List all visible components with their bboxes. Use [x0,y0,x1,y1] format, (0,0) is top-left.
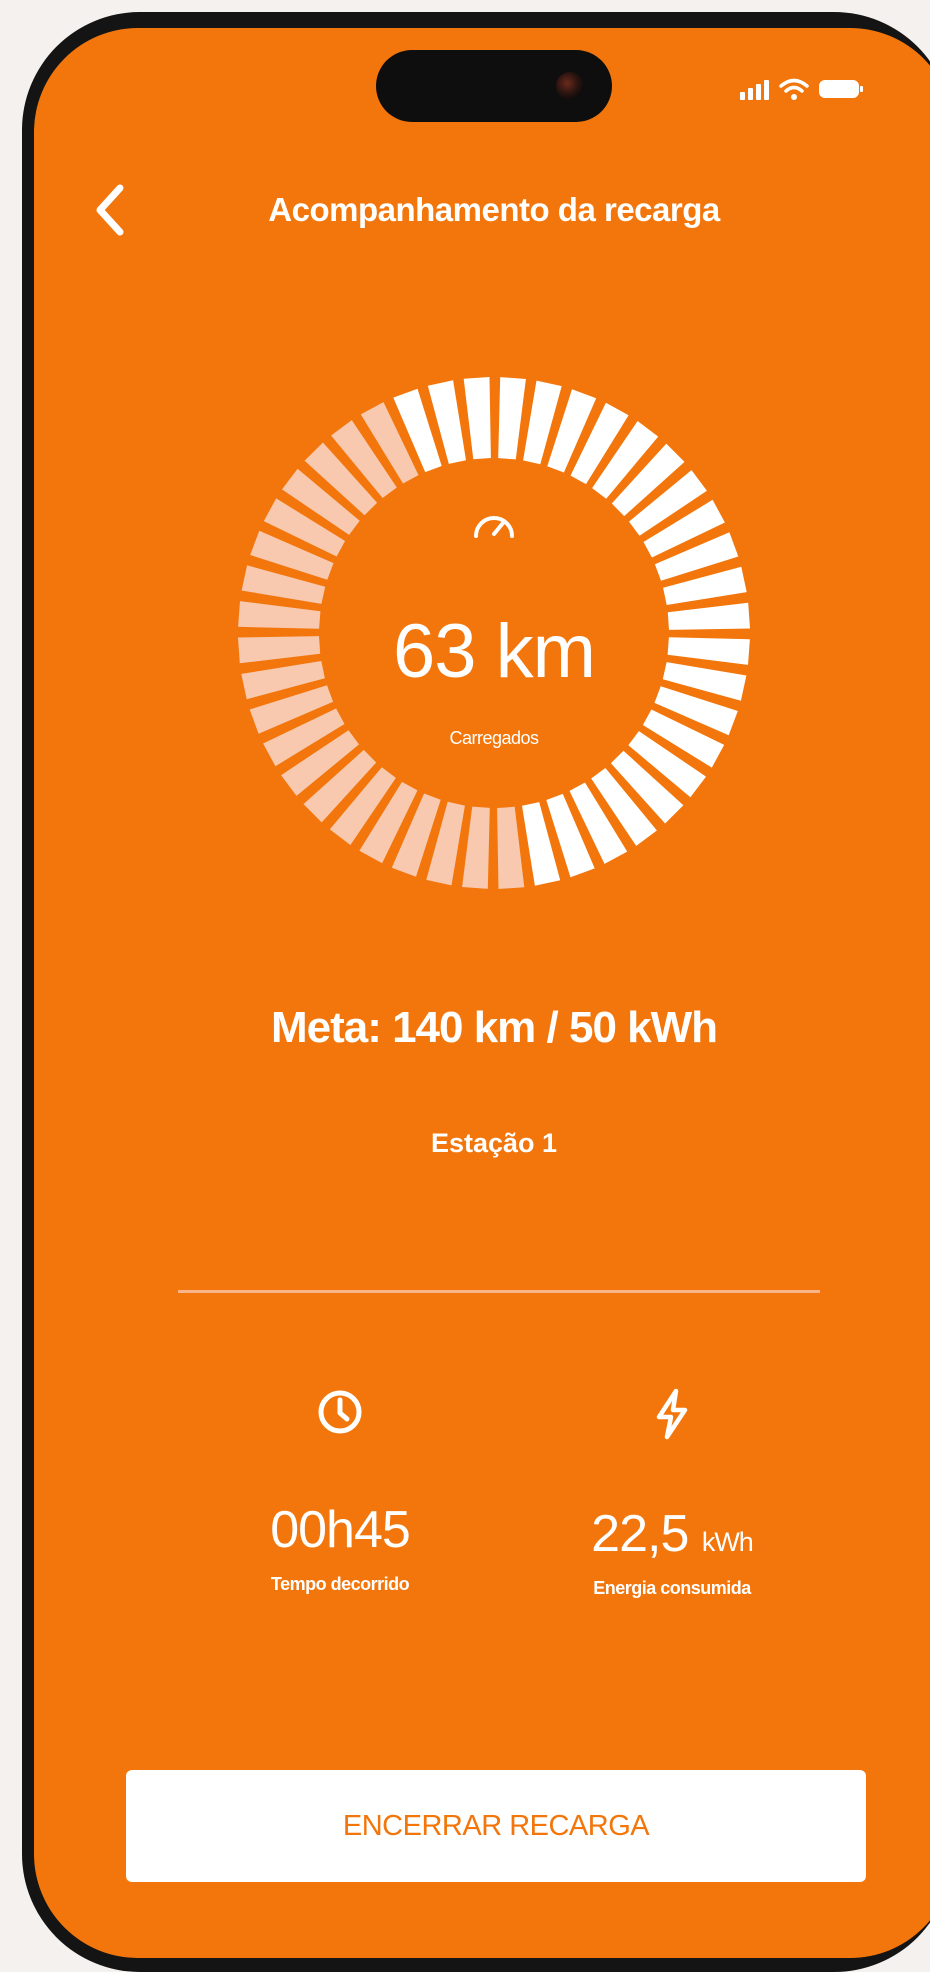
charge-segment-filled [462,806,490,889]
divider [178,1290,820,1293]
end-charge-button[interactable]: ENCERRAR RECARGA [126,1770,866,1882]
speedometer-icon [474,516,514,538]
charge-segment-filled [497,806,525,889]
app-screen: Acompanhamento da recarga 63 km Carregad… [34,28,930,1958]
energy-consumed-stat: 22,5 kWh Energia consumida [522,1388,822,1599]
lightning-icon [656,1388,688,1440]
clock-icon [318,1390,362,1434]
energy-consumed-label: Energia consumida [593,1578,751,1598]
energy-number: 22,5 [591,1505,689,1563]
charge-segment-empty [498,377,526,460]
station-name: Estação 1 [430,1128,558,1158]
elapsed-time-label: Tempo decorrido [270,1574,410,1594]
charged-distance-label: Carregados [449,728,539,748]
elapsed-time-value: 00h45 [270,1501,411,1559]
energy-unit: kWh [701,1527,754,1557]
charge-progress-ring [238,377,750,889]
energy-consumed-value: 22,5 kWh [522,1504,822,1566]
charged-distance-value: 63 km [393,609,596,694]
charge-target: Meta: 140 km / 50 kWh [270,1003,718,1052]
elapsed-time-stat: 00h45 Tempo decorrido [190,1388,490,1595]
charge-segment-empty [463,377,491,460]
